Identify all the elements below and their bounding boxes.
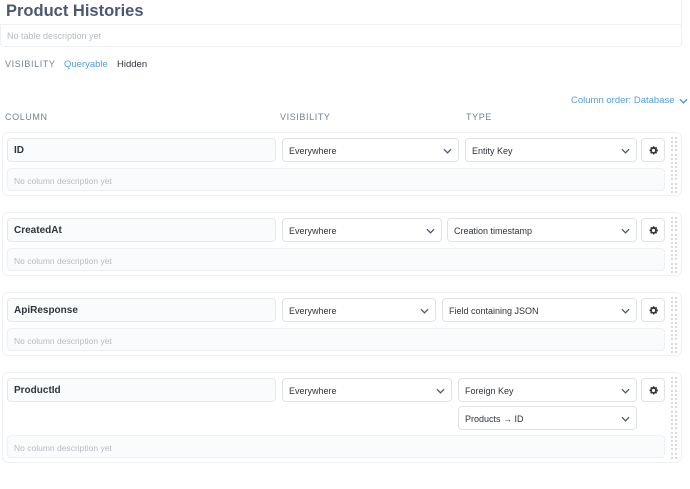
column-order-label: Column order: Database (571, 95, 675, 106)
visibility-select-value: Everywhere (289, 386, 337, 396)
gear-icon (648, 385, 658, 394)
column-description-placeholder: No column description yet (14, 256, 112, 266)
type-select-value: Field containing JSON (449, 306, 539, 316)
chevron-down-icon (436, 388, 445, 394)
column-name-input[interactable]: ProductId (7, 378, 276, 402)
chevron-down-icon (621, 228, 630, 234)
column-description-placeholder: No column description yet (14, 176, 112, 186)
column-name: CreatedAt (14, 225, 62, 236)
column-name: ID (14, 145, 24, 156)
visibility-header: VISIBILITY (280, 112, 331, 122)
column-description-field[interactable]: No column description yet (7, 328, 665, 351)
chevron-down-icon (621, 308, 630, 314)
column-description-field[interactable]: No column description yet (7, 248, 665, 271)
visibility-option-queryable[interactable]: Queryable (64, 59, 108, 70)
table-description-field[interactable]: No table description yet (0, 24, 682, 47)
drag-handle[interactable] (671, 297, 679, 353)
type-select-value: Entity Key (472, 146, 513, 156)
visibility-select[interactable]: Everywhere (282, 218, 442, 242)
fk-target-select-value: Products → ID (465, 414, 524, 424)
column-card-id: ID Everywhere Entity Key No column descr… (2, 132, 682, 196)
column-name-input[interactable]: CreatedAt (7, 218, 276, 242)
type-select[interactable]: Entity Key (465, 138, 637, 162)
chevron-down-icon (420, 308, 429, 314)
chevron-down-icon (621, 148, 630, 154)
column-card-apiresponse: ApiResponse Everywhere Field containing … (2, 292, 682, 356)
chevron-down-icon (621, 388, 630, 394)
visibility-select[interactable]: Everywhere (282, 298, 436, 322)
column-name: ProductId (14, 385, 61, 396)
visibility-select[interactable]: Everywhere (282, 378, 452, 402)
type-select-value: Foreign Key (465, 386, 514, 396)
table-description-placeholder: No table description yet (7, 31, 102, 41)
chevron-down-icon (621, 416, 630, 422)
chevron-down-icon (443, 148, 452, 154)
type-select[interactable]: Field containing JSON (442, 298, 637, 322)
column-description-field[interactable]: No column description yet (7, 168, 665, 191)
column-settings-button[interactable] (641, 378, 665, 402)
drag-handle[interactable] (671, 137, 679, 193)
chevron-down-icon (678, 98, 688, 104)
column-name-input[interactable]: ApiResponse (7, 298, 276, 322)
visibility-select-value: Everywhere (289, 146, 337, 156)
gear-icon (648, 225, 658, 234)
drag-handle[interactable] (671, 217, 679, 273)
type-header: TYPE (466, 112, 492, 122)
gear-icon (648, 145, 658, 154)
type-select[interactable]: Creation timestamp (447, 218, 637, 242)
column-description-field[interactable]: No column description yet (7, 435, 665, 458)
column-card-createdat: CreatedAt Everywhere Creation timestamp … (2, 212, 682, 276)
column-card-productid: ProductId Everywhere Foreign Key Product… (2, 372, 682, 463)
column-settings-button[interactable] (641, 298, 665, 322)
table-title-bar: Product Histories (0, 0, 682, 24)
type-select-value: Creation timestamp (454, 226, 533, 236)
column-settings-button[interactable] (641, 138, 665, 162)
column-description-placeholder: No column description yet (14, 443, 112, 453)
column-description-placeholder: No column description yet (14, 336, 112, 346)
column-order-dropdown[interactable]: Column order: Database (571, 95, 688, 106)
visibility-select-value: Everywhere (289, 226, 337, 236)
visibility-option-hidden[interactable]: Hidden (117, 59, 147, 70)
visibility-select[interactable]: Everywhere (282, 138, 459, 162)
visibility-label: VISIBILITY (5, 59, 56, 69)
column-settings-button[interactable] (641, 218, 665, 242)
column-name: ApiResponse (14, 305, 78, 316)
type-select[interactable]: Foreign Key (458, 378, 637, 402)
gear-icon (648, 305, 658, 314)
page-title[interactable]: Product Histories (6, 0, 144, 22)
column-header: COLUMN (5, 112, 48, 122)
drag-handle[interactable] (671, 377, 679, 459)
column-name-input[interactable]: ID (7, 138, 276, 162)
fk-target-select[interactable]: Products → ID (458, 406, 637, 430)
visibility-select-value: Everywhere (289, 306, 337, 316)
chevron-down-icon (426, 228, 435, 234)
